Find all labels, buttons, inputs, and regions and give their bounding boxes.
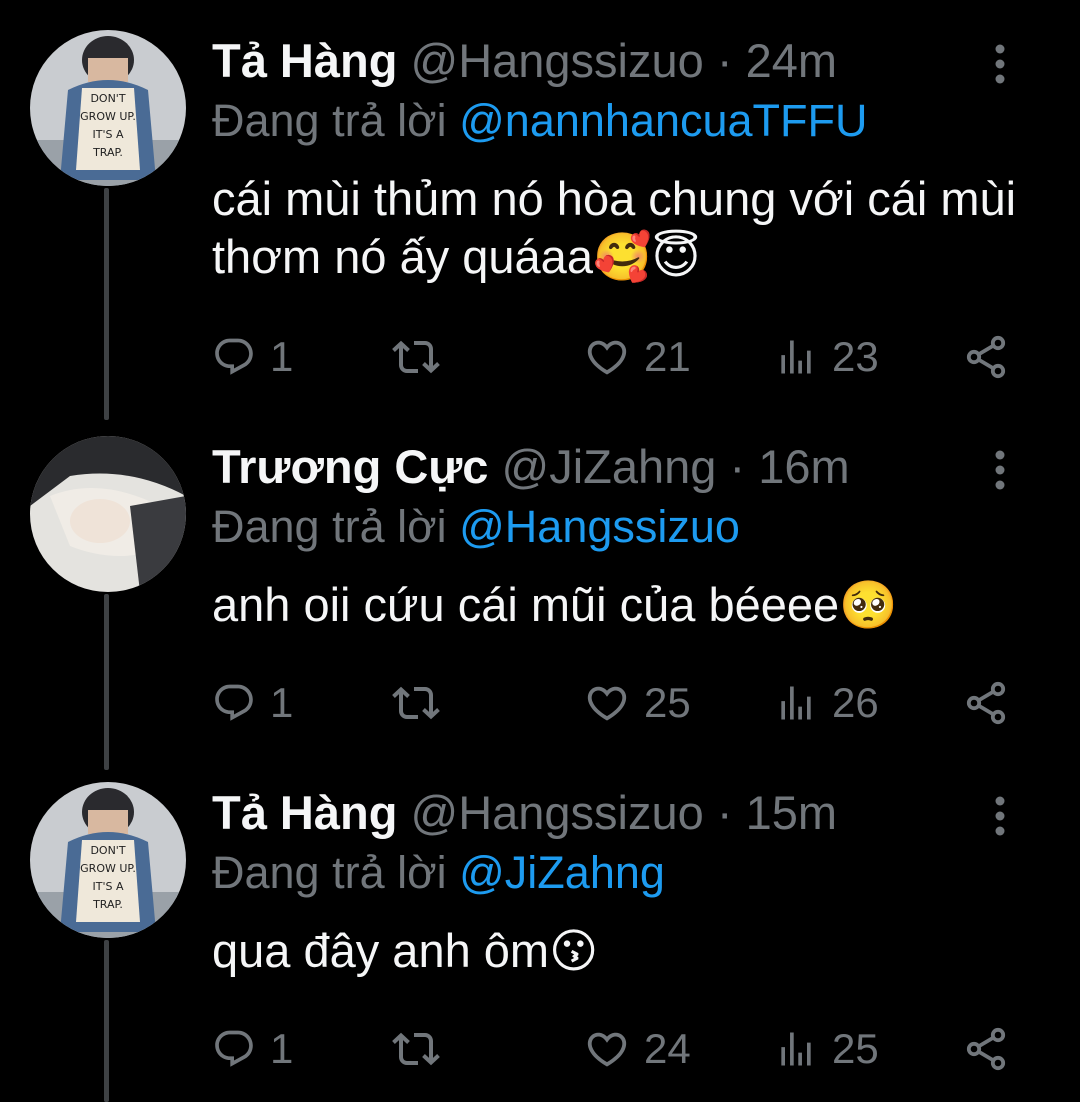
shirt-text: IT'S A	[93, 880, 124, 893]
views-button[interactable]: 26	[774, 676, 879, 730]
tweet-header: Tả Hàng @Hangssizuo · 15m	[212, 782, 1050, 844]
share-button[interactable]	[962, 1022, 1010, 1076]
shirt-text: TRAP.	[92, 898, 123, 911]
reply-icon	[215, 338, 253, 375]
shirt-text: DON'T	[90, 92, 125, 105]
like-count: 21	[644, 333, 691, 380]
reply-icon	[215, 684, 253, 721]
more-options-icon[interactable]	[988, 448, 1012, 492]
display-name[interactable]: Trương Cực	[212, 440, 488, 493]
tweet-text: cái mùi thủm nó hòa chung với cái mùi th…	[212, 170, 1050, 287]
tweet-text: anh oii cứu cái mũi của béeee🥺	[212, 576, 1050, 635]
user-handle[interactable]: @Hangssizuo	[410, 786, 703, 839]
tweet-actions: 1 24 25	[212, 1022, 1032, 1076]
retweet-icon	[392, 340, 440, 374]
tweet-text-content: qua đây anh ôm	[212, 924, 550, 977]
replying-to: Đang trả lời @Hangssizuo	[212, 496, 1050, 558]
user-handle[interactable]: @JiZahng	[502, 440, 717, 493]
shirt-text: GROW UP.	[80, 110, 136, 123]
reply-count: 1	[270, 333, 294, 380]
reply-button[interactable]: 1	[212, 676, 293, 730]
share-icon	[966, 335, 1006, 379]
separator-dot: ·	[716, 34, 733, 87]
tweet-actions: 1 21 23	[212, 330, 1032, 384]
views-icon	[781, 340, 811, 374]
like-button[interactable]: 21	[584, 330, 691, 384]
avatar[interactable]: DON'T GROW UP. IT'S A TRAP.	[30, 30, 186, 186]
timestamp[interactable]: 16m	[758, 440, 849, 493]
tweet-body: Tả Hàng @Hangssizuo · 24m Đang trả lời @…	[212, 30, 1050, 287]
timestamp[interactable]: 24m	[746, 34, 837, 87]
display-name[interactable]: Tả Hàng	[212, 786, 397, 839]
view-count: 23	[832, 333, 879, 380]
avatar-photo-icon	[30, 436, 186, 592]
view-count: 26	[832, 679, 879, 726]
views-button[interactable]: 23	[774, 330, 879, 384]
replying-to-link[interactable]: @Hangssizuo	[459, 501, 740, 552]
tweet[interactable]: DON'T GROW UP. IT'S A TRAP. Tả Hàng @Han…	[0, 782, 1080, 1082]
separator-dot: ·	[729, 440, 746, 493]
retweet-button[interactable]	[392, 1022, 454, 1076]
tweet-body: Trương Cực @JiZahng · 16m Đang trả lời @…	[212, 436, 1050, 635]
retweet-icon	[392, 686, 440, 720]
tweet-header: Tả Hàng @Hangssizuo · 24m	[212, 30, 1050, 92]
views-button[interactable]: 25	[774, 1022, 879, 1076]
tweet-text-content: anh oii cứu cái mũi của béeee	[212, 578, 840, 631]
share-button[interactable]	[962, 676, 1010, 730]
retweet-icon	[392, 1032, 440, 1066]
tweet[interactable]: DON'T GROW UP. IT'S A TRAP. Tả Hàng @Han…	[0, 30, 1080, 390]
separator-dot: ·	[716, 786, 733, 839]
reply-button[interactable]: 1	[212, 330, 293, 384]
replying-to-label: Đang trả lời	[212, 847, 447, 898]
tweet-emojis: 🥰😇	[592, 230, 701, 285]
replying-to: Đang trả lời @JiZahng	[212, 842, 1050, 904]
replying-to-label: Đang trả lời	[212, 501, 447, 552]
share-button[interactable]	[962, 330, 1010, 384]
view-count: 25	[832, 1025, 879, 1072]
user-handle[interactable]: @Hangssizuo	[410, 34, 703, 87]
like-count: 25	[644, 679, 691, 726]
like-button[interactable]: 24	[584, 1022, 691, 1076]
heart-icon	[587, 1032, 627, 1067]
heart-icon	[587, 340, 627, 375]
share-icon	[966, 1027, 1006, 1071]
retweet-button[interactable]	[392, 330, 454, 384]
tweet-body: Tả Hàng @Hangssizuo · 15m Đang trả lời @…	[212, 782, 1050, 981]
tweet[interactable]: Trương Cực @JiZahng · 16m Đang trả lời @…	[0, 436, 1080, 736]
like-count: 24	[644, 1025, 691, 1072]
replying-to-label: Đang trả lời	[212, 95, 447, 146]
avatar-photo-icon: DON'T GROW UP. IT'S A TRAP.	[30, 30, 186, 186]
retweet-button[interactable]	[392, 676, 454, 730]
tweet-emojis: 🥺	[839, 578, 898, 633]
replying-to-link[interactable]: @nannhancuaTFFU	[459, 95, 867, 146]
more-options-icon[interactable]	[988, 42, 1012, 86]
tweet-emojis: 😗	[549, 924, 599, 979]
share-icon	[966, 681, 1006, 725]
shirt-text: GROW UP.	[80, 862, 136, 875]
shirt-text: TRAP.	[92, 146, 123, 159]
views-icon	[781, 686, 811, 720]
views-icon	[781, 1032, 811, 1066]
tweet-text: qua đây anh ôm😗	[212, 922, 1050, 981]
reply-button[interactable]: 1	[212, 1022, 293, 1076]
reply-count: 1	[270, 679, 294, 726]
avatar-photo-icon: DON'T GROW UP. IT'S A TRAP.	[30, 782, 186, 938]
display-name[interactable]: Tả Hàng	[212, 34, 397, 87]
avatar[interactable]: DON'T GROW UP. IT'S A TRAP.	[30, 782, 186, 938]
replying-to-link[interactable]: @JiZahng	[459, 847, 665, 898]
shirt-text: IT'S A	[93, 128, 124, 141]
replying-to: Đang trả lời @nannhancuaTFFU	[212, 90, 1050, 152]
tweet-header: Trương Cực @JiZahng · 16m	[212, 436, 1050, 498]
reply-count: 1	[270, 1025, 294, 1072]
tweet-actions: 1 25 26	[212, 676, 1032, 730]
heart-icon	[587, 686, 627, 721]
more-options-icon[interactable]	[988, 794, 1012, 838]
shirt-text: DON'T	[90, 844, 125, 857]
like-button[interactable]: 25	[584, 676, 691, 730]
avatar[interactable]	[30, 436, 186, 592]
timestamp[interactable]: 15m	[746, 786, 837, 839]
reply-icon	[215, 1030, 253, 1067]
